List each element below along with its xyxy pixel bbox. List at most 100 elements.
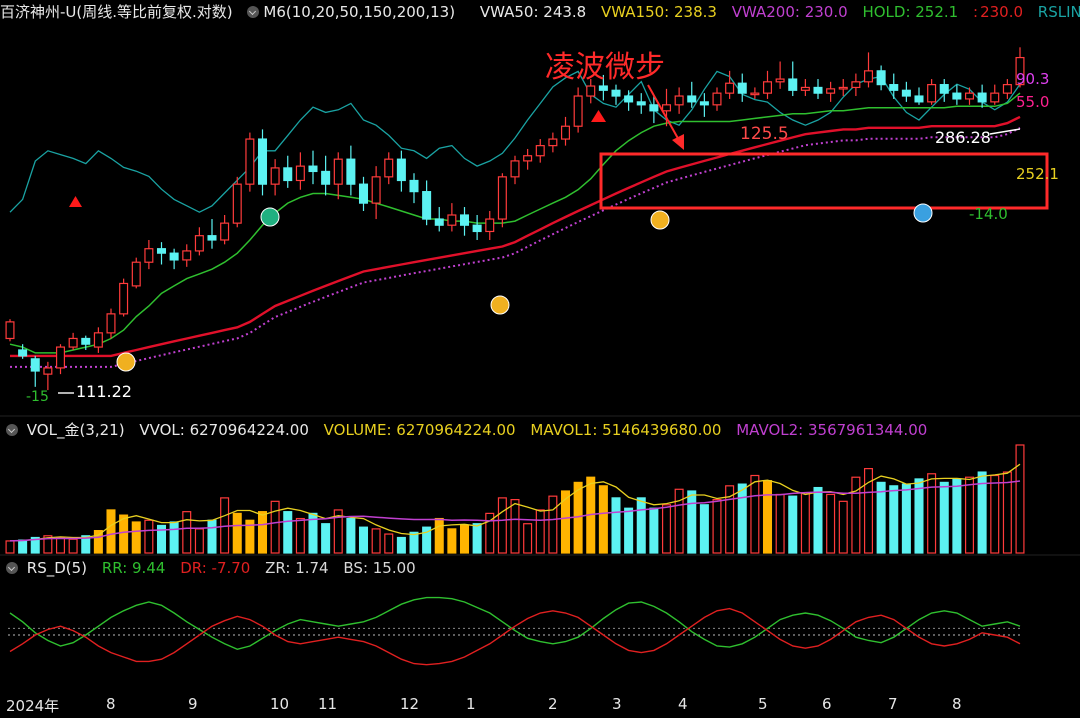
neg-15-label: -15 [26, 389, 49, 405]
annotations [58, 84, 1049, 394]
candle-body [952, 92, 962, 100]
sell-triangle [591, 110, 606, 122]
candle-body [876, 70, 886, 86]
volume-bar [788, 495, 798, 554]
candle-body [611, 89, 621, 97]
candle-body [346, 158, 356, 185]
rslin-line [9, 70, 1021, 213]
candle-body [560, 125, 571, 140]
candle-body [182, 250, 192, 261]
candle-body [927, 84, 937, 103]
candle-body [901, 89, 911, 97]
stock-chart[interactable] [0, 0, 1080, 718]
signal-marker-icon [490, 295, 510, 315]
box-arrow [647, 84, 681, 143]
x-label-10: 5 [758, 695, 768, 713]
candle-body [523, 155, 533, 162]
volume-bar [750, 474, 760, 554]
candle-body [598, 85, 608, 91]
price-hold-label: 252.1 [1016, 165, 1059, 183]
candle-body [396, 158, 406, 182]
candle-body [977, 92, 987, 103]
volume-bar [472, 523, 482, 554]
rs-high-label: 90.3 [1016, 70, 1050, 88]
volume-bar [295, 517, 305, 554]
candle-body [93, 332, 103, 348]
volume-bar [914, 478, 924, 554]
candle-body [699, 101, 709, 106]
volume-bar [497, 497, 507, 554]
x-label-13: 8 [952, 695, 962, 713]
candle-body [422, 191, 432, 220]
candle-body [5, 321, 15, 340]
candle-body [472, 224, 482, 233]
candle-body [661, 104, 672, 112]
x-label-6: 1 [466, 695, 476, 713]
volume-bar [1015, 444, 1025, 554]
volume-bar [775, 493, 785, 554]
candle-body [889, 84, 899, 91]
candle-body [295, 165, 305, 182]
candle-body [283, 167, 293, 182]
volume-bar [1002, 471, 1012, 554]
candle-body [788, 78, 798, 91]
volume-bar [876, 481, 886, 554]
candle-body [725, 82, 735, 94]
volume-bar [939, 481, 949, 554]
volume-bar [5, 540, 15, 554]
candle-body [245, 138, 255, 185]
volume-bar [649, 507, 659, 554]
volume-bar [636, 497, 646, 554]
volume-bar [270, 500, 280, 554]
candle-body [750, 92, 760, 96]
high-arrow [989, 128, 1021, 135]
candle-body [30, 358, 40, 372]
candle-body [81, 337, 91, 345]
volume-bar [18, 539, 28, 554]
volume-bar [901, 483, 911, 554]
volume-bar [624, 507, 634, 554]
candle-body [384, 158, 394, 178]
candle-body [43, 367, 53, 375]
candle-body [144, 248, 154, 263]
volume-bar [358, 526, 369, 554]
candle-body [232, 183, 242, 224]
x-label-9: 4 [678, 695, 688, 713]
volume-bar [737, 483, 747, 554]
candle-body [447, 214, 457, 226]
volume-bar [927, 473, 937, 554]
x-label-1: 8 [106, 695, 116, 713]
volume-bar [93, 530, 103, 554]
candle-body [257, 138, 268, 185]
volume-bar [257, 511, 268, 554]
volume-bar [661, 504, 672, 554]
volume-bar [687, 490, 697, 554]
volume-bar [510, 499, 520, 554]
volume-bar [813, 486, 823, 554]
signal-marker-icon [913, 203, 933, 223]
x-label-7: 2 [548, 695, 558, 713]
volume-bar [990, 474, 1000, 554]
volume-bar [169, 521, 179, 554]
candle-body [914, 95, 924, 103]
candle-body [485, 218, 495, 233]
box-title: 凌波微步 [545, 50, 665, 85]
x-label-3: 10 [270, 695, 290, 713]
signal-marker-icon [260, 207, 280, 227]
candle-body [220, 222, 230, 241]
candle-body [990, 92, 1000, 103]
price-high-label: 286.28 [935, 128, 991, 147]
candle-body [813, 86, 823, 94]
volume-bar [55, 536, 66, 554]
candle-body [371, 176, 381, 204]
hold-line [9, 92, 1021, 354]
volume-bar [952, 478, 962, 554]
candle-body [674, 95, 684, 106]
volume-bar [106, 509, 116, 554]
rs-mid-label: 55.0 [1016, 93, 1050, 111]
candle-body [586, 85, 596, 97]
volume-bar [409, 531, 419, 554]
volume-bar [560, 490, 571, 554]
x-label-8: 3 [612, 695, 622, 713]
volume-bar [712, 499, 722, 554]
